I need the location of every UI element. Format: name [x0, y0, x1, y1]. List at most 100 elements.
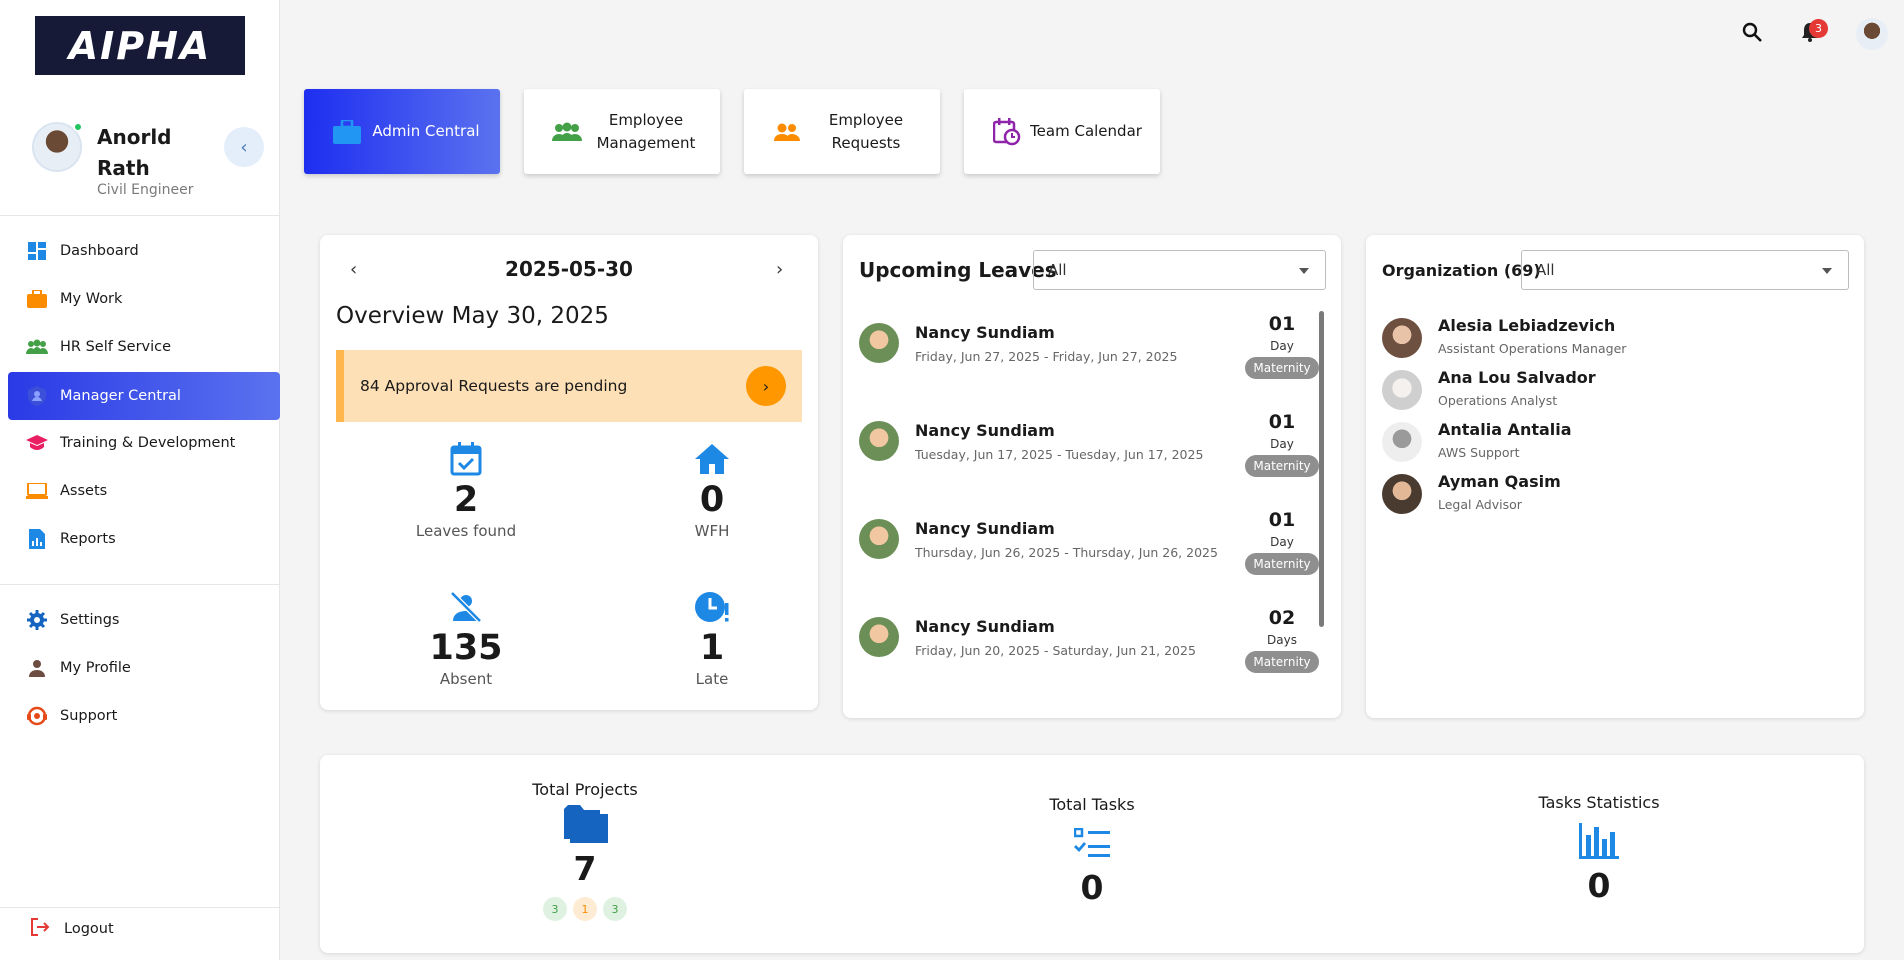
leave-employee-name: Nancy Sundiam	[915, 519, 1055, 538]
stat-value: 0	[1080, 868, 1104, 907]
support-icon	[26, 705, 48, 727]
shield-person-icon	[26, 385, 48, 407]
leave-count: 01	[1268, 313, 1296, 335]
dashboard-icon	[26, 240, 48, 262]
graduation-cap-icon	[26, 432, 48, 454]
tile-label: Team Calendar	[1030, 122, 1142, 140]
leave-unit: Day	[1270, 437, 1294, 451]
leave-unit: Day	[1270, 339, 1294, 353]
people-icon	[772, 117, 802, 147]
member-name: Antalia Antalia	[1438, 420, 1572, 439]
sidebar-item-my-profile[interactable]: My Profile	[8, 644, 280, 692]
leave-dates: Tuesday, Jun 17, 2025 - Tuesday, Jun 17,…	[915, 447, 1204, 462]
stat-wfh[interactable]: 0 WFH	[637, 440, 787, 540]
sidebar-item-reports[interactable]: Reports	[8, 515, 280, 563]
avatar	[1856, 18, 1888, 50]
search-icon	[1742, 22, 1762, 46]
organization-card: Organization (69) All Alesia Lebiadzevic…	[1366, 235, 1864, 718]
leave-duration: 01 Day Maternity	[1245, 311, 1319, 379]
stat-title: Total Tasks	[1049, 795, 1135, 814]
org-member[interactable]: Alesia Lebiadzevich Assistant Operations…	[1382, 314, 1832, 360]
search-button[interactable]	[1734, 16, 1770, 52]
project-chip-in-progress[interactable]: 1	[573, 897, 597, 921]
sidebar-item-label: Training & Development	[60, 435, 236, 451]
org-member[interactable]: Ana Lou Salvador Operations Analyst	[1382, 366, 1832, 412]
sidebar-item-my-work[interactable]: My Work	[8, 275, 280, 323]
tile-employee-management[interactable]: Employee Management	[524, 89, 720, 174]
person-icon	[26, 657, 48, 679]
sidebar-item-assets[interactable]: Assets	[8, 467, 280, 515]
dropdown-caret-icon	[1822, 268, 1832, 274]
sidebar-item-support[interactable]: Support	[8, 692, 280, 740]
report-icon	[26, 528, 48, 550]
next-date-button[interactable]: ›	[776, 259, 783, 280]
leave-duration: 01 Day Maternity	[1245, 507, 1319, 575]
laptop-icon	[26, 480, 48, 502]
leave-filter-select[interactable]: All	[1033, 250, 1326, 290]
notifications-button[interactable]: 3	[1792, 16, 1828, 52]
leave-item[interactable]: Nancy Sundiam Tuesday, Jun 17, 2025 - Tu…	[859, 409, 1319, 489]
project-chip-other[interactable]: 3	[603, 897, 627, 921]
sidebar-item-dashboard[interactable]: Dashboard	[8, 227, 280, 275]
leave-dates: Friday, Jun 27, 2025 - Friday, Jun 27, 2…	[915, 349, 1178, 364]
leave-item[interactable]: Nancy Sundiam Thursday, Jun 26, 2025 - T…	[859, 507, 1319, 587]
stat-absent[interactable]: 135 Absent	[391, 588, 541, 688]
avatar	[859, 323, 899, 363]
leave-employee-name: Nancy Sundiam	[915, 323, 1055, 342]
leave-item[interactable]: Nancy Sundiam Friday, Jun 27, 2025 - Fri…	[859, 311, 1319, 391]
tile-team-calendar[interactable]: Team Calendar	[964, 89, 1160, 174]
organization-filter-select[interactable]: All	[1521, 250, 1849, 290]
stat-title: Total Projects	[532, 780, 638, 799]
tile-label: Employee Requests	[828, 110, 904, 152]
collapse-sidebar-button[interactable]: ‹	[224, 127, 264, 167]
calendar-check-icon	[391, 440, 541, 478]
logout-label: Logout	[64, 921, 114, 937]
dropdown-caret-icon	[1299, 268, 1309, 274]
total-projects-stat[interactable]: Total Projects 7 3 1 3	[485, 780, 685, 921]
leave-type-tag: Maternity	[1245, 357, 1319, 379]
sidebar-item-training[interactable]: Training & Development	[8, 419, 280, 467]
sidebar-item-settings[interactable]: Settings	[8, 596, 280, 644]
sidebar-item-manager-central[interactable]: Manager Central	[8, 372, 280, 420]
bar-chart-icon	[1499, 818, 1699, 864]
stat-late[interactable]: 1 Late	[637, 588, 787, 688]
stat-value: 0	[1587, 866, 1611, 905]
logout-button[interactable]: Logout	[30, 918, 114, 940]
tile-admin-central[interactable]: Admin Central	[304, 89, 500, 174]
logo-text: AIPHA	[68, 23, 212, 68]
stat-label: Leaves found	[415, 522, 517, 540]
sidebar-item-label: HR Self Service	[60, 339, 172, 355]
profile-role: Civil Engineer	[97, 182, 194, 198]
leave-count: 02	[1268, 607, 1296, 629]
leave-employee-name: Nancy Sundiam	[915, 617, 1055, 636]
checklist-icon	[992, 820, 1192, 866]
stat-label: Absent	[439, 670, 493, 688]
org-member[interactable]: Ayman Qasim Legal Advisor	[1382, 470, 1832, 516]
total-tasks-stat[interactable]: Total Tasks 0	[992, 795, 1192, 910]
org-member[interactable]: Antalia Antalia AWS Support	[1382, 418, 1832, 464]
member-role: Operations Analyst	[1438, 393, 1558, 408]
group-icon	[552, 117, 582, 147]
view-approvals-button[interactable]: ›	[746, 366, 786, 406]
tile-employee-requests[interactable]: Employee Requests	[744, 89, 940, 174]
stat-value: 135	[429, 628, 503, 668]
select-value: All	[1048, 261, 1067, 279]
pending-approvals-alert: 84 Approval Requests are pending ›	[336, 350, 802, 422]
tasks-statistics-stat[interactable]: Tasks Statistics 0	[1499, 793, 1699, 908]
sidebar-item-label: Manager Central	[60, 388, 181, 404]
avatar	[1382, 474, 1422, 514]
avatar	[859, 617, 899, 657]
briefcase-icon	[26, 288, 48, 310]
account-menu-button[interactable]	[1854, 16, 1890, 52]
member-name: Ana Lou Salvador	[1438, 368, 1596, 387]
avatar	[1382, 318, 1422, 358]
app-logo[interactable]: AIPHA	[35, 16, 245, 75]
sidebar-item-hr-self-service[interactable]: HR Self Service	[8, 323, 280, 371]
leave-item[interactable]: Nancy Sundiam Friday, Jun 20, 2025 - Sat…	[859, 605, 1319, 685]
stat-leaves[interactable]: 2 Leaves found	[391, 440, 541, 540]
avatar	[859, 519, 899, 559]
project-chip-completed[interactable]: 3	[543, 897, 567, 921]
sidebar-item-label: My Profile	[60, 660, 131, 676]
card-title: Upcoming Leaves	[859, 258, 1057, 282]
leaves-scrollbar[interactable]	[1319, 311, 1324, 627]
